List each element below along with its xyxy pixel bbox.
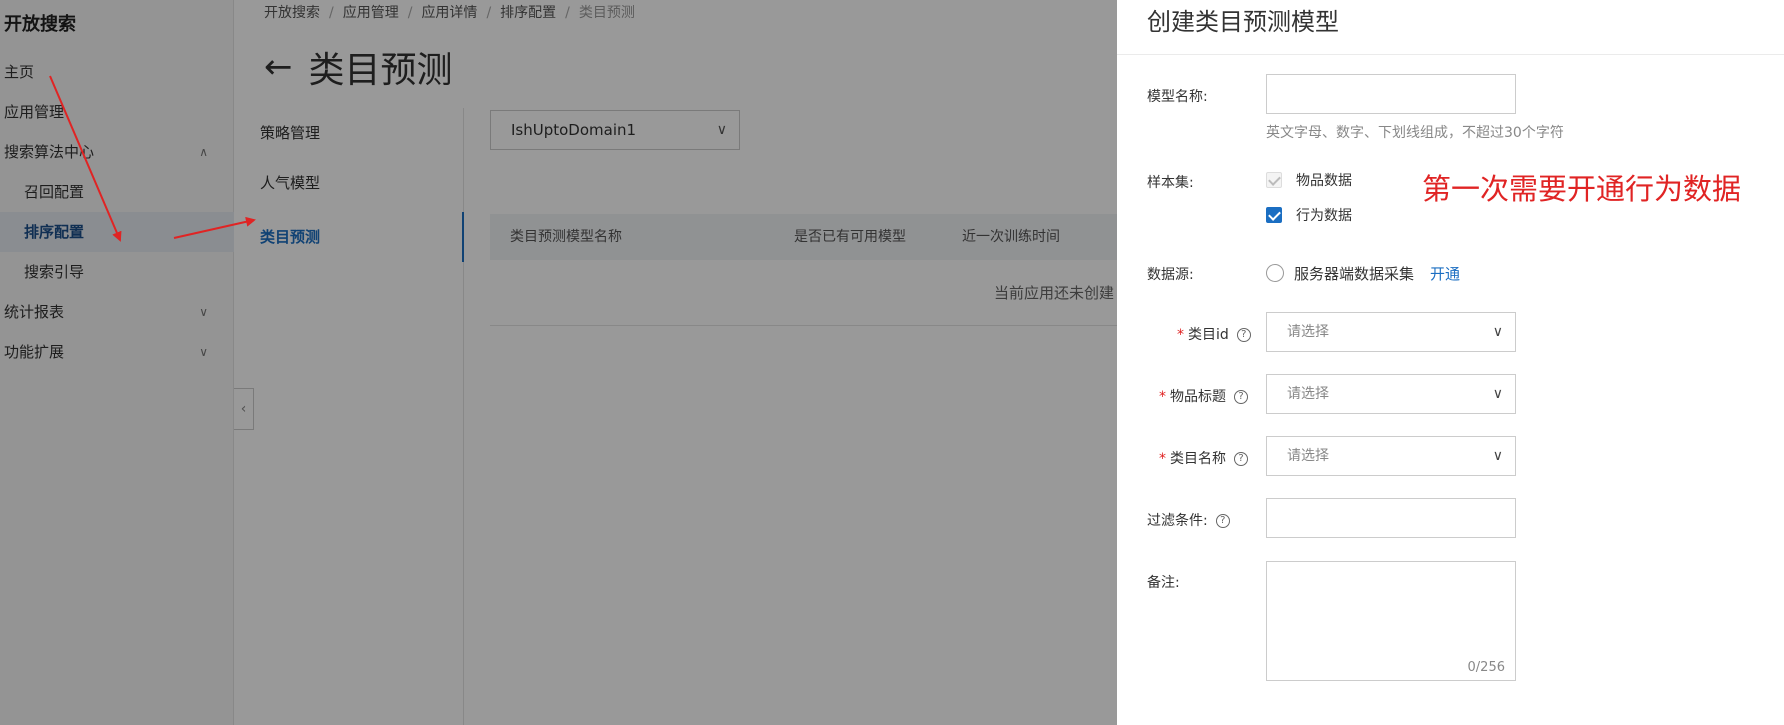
server-collection-radio[interactable] bbox=[1266, 264, 1284, 282]
category-name-label: * 类目名称? bbox=[1159, 448, 1248, 468]
category-name-label-text: 类目名称 bbox=[1170, 451, 1226, 467]
chevron-down-icon: ∨ bbox=[1492, 448, 1503, 464]
chevron-down-icon: ∨ bbox=[1492, 324, 1503, 340]
item-title-placeholder: 请选择 bbox=[1287, 386, 1329, 402]
chevron-down-icon: ∨ bbox=[1492, 386, 1503, 402]
category-id-placeholder: 请选择 bbox=[1287, 324, 1329, 340]
item-title-label-text: 物品标题 bbox=[1170, 389, 1226, 405]
item-title-select[interactable]: 请选择 ∨ bbox=[1266, 374, 1516, 414]
behavior-data-checkbox[interactable] bbox=[1266, 207, 1282, 223]
remark-label: 备注: bbox=[1147, 575, 1180, 591]
help-icon[interactable]: ? bbox=[1236, 328, 1251, 342]
modal-overlay[interactable] bbox=[0, 0, 1117, 725]
drawer-title: 创建类目预测模型 bbox=[1147, 8, 1339, 36]
category-id-label-text: 类目id bbox=[1188, 327, 1229, 343]
help-icon[interactable]: ? bbox=[1234, 390, 1248, 404]
help-icon[interactable]: ? bbox=[1215, 514, 1230, 528]
sample-set-label: 样本集: bbox=[1147, 175, 1194, 191]
filter-label: 过滤条件:? bbox=[1147, 510, 1230, 530]
required-mark: * bbox=[1159, 389, 1166, 405]
required-mark: * bbox=[1159, 451, 1166, 467]
annotation-text: 第一次需要开通行为数据 bbox=[1422, 172, 1742, 206]
model-name-input[interactable] bbox=[1266, 74, 1516, 114]
required-mark: * bbox=[1177, 327, 1184, 343]
filter-label-text: 过滤条件: bbox=[1147, 513, 1208, 529]
filter-input[interactable] bbox=[1266, 498, 1516, 538]
remark-textarea[interactable]: 0/256 bbox=[1266, 561, 1516, 681]
enable-link[interactable]: 开通 bbox=[1430, 263, 1460, 284]
sample-option-behavior-data[interactable]: 行为数据 bbox=[1266, 205, 1352, 225]
create-model-drawer: 创建类目预测模型 模型名称: 英文字母、数字、下划线组成，不超过30个字符 样本… bbox=[1117, 0, 1784, 725]
category-id-label: * 类目id? bbox=[1177, 324, 1251, 344]
drawer-divider bbox=[1117, 54, 1784, 55]
item-data-checkbox bbox=[1266, 172, 1282, 188]
category-name-placeholder: 请选择 bbox=[1287, 448, 1329, 464]
data-source-option: 服务器端数据采集 开通 bbox=[1266, 263, 1460, 283]
remark-char-counter: 0/256 bbox=[1467, 660, 1505, 675]
data-source-label: 数据源: bbox=[1147, 267, 1194, 283]
category-name-select[interactable]: 请选择 ∨ bbox=[1266, 436, 1516, 476]
category-id-select[interactable]: 请选择 ∨ bbox=[1266, 312, 1516, 352]
item-title-label: * 物品标题? bbox=[1159, 386, 1248, 406]
sample-option-item-data: 物品数据 bbox=[1266, 170, 1352, 190]
item-data-label: 物品数据 bbox=[1296, 173, 1352, 189]
model-name-label: 模型名称: bbox=[1147, 89, 1208, 105]
help-icon[interactable]: ? bbox=[1234, 452, 1248, 466]
behavior-data-label: 行为数据 bbox=[1296, 208, 1352, 224]
model-name-hint: 英文字母、数字、下划线组成，不超过30个字符 bbox=[1266, 125, 1564, 141]
server-collection-label: 服务器端数据采集 bbox=[1294, 264, 1415, 283]
